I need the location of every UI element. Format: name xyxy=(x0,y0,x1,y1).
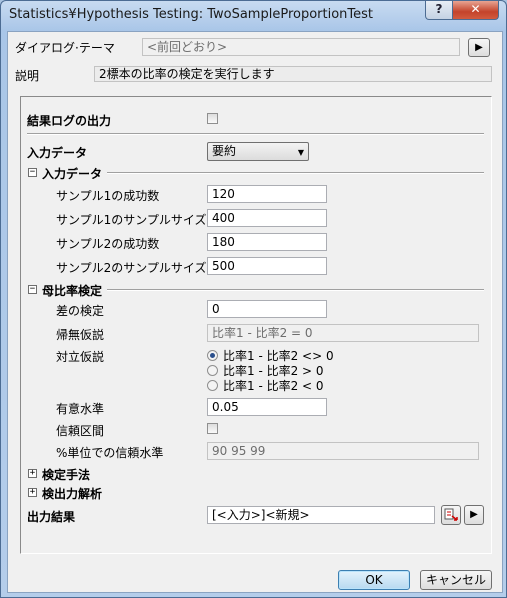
theme-select[interactable]: <前回どおり> xyxy=(142,38,460,56)
description-label: 説明 xyxy=(15,69,40,83)
ci-checkbox[interactable] xyxy=(207,423,218,434)
output-arrow-button[interactable]: ▶ xyxy=(464,505,484,525)
method-label[interactable]: 検定手法 xyxy=(42,466,90,483)
alt-option-label: 比率1 - 比率2 < 0 xyxy=(223,379,324,393)
output-browse-button[interactable] xyxy=(441,505,461,525)
alt-radio-ne[interactable] xyxy=(207,350,218,361)
result-log-label: 結果ログの出力 xyxy=(27,114,112,128)
dialog-body: ダイアログ·テーマ <前回どおり> ▶ 説明 2標本の比率の検定を実行します 結… xyxy=(7,31,503,593)
description-text: 2標本の比率の検定を実行します xyxy=(94,66,492,82)
alt-hypothesis-label: 対立仮説 xyxy=(56,350,105,364)
ok-button[interactable]: OK xyxy=(338,570,410,590)
output-field[interactable]: [<入力>]<新規> xyxy=(207,506,435,524)
output-label: 出力結果 xyxy=(27,510,76,524)
field-label: サンプル1のサンプルサイズ xyxy=(56,213,207,227)
divider xyxy=(107,172,484,174)
field-label: サンプル2の成功数 xyxy=(56,237,160,251)
alt-radio-gt[interactable] xyxy=(207,365,218,376)
options-panel: 結果ログの出力 入力データ 要約 ▼ − 入力データ サンプル1の成功数 120… xyxy=(20,96,492,554)
null-hypothesis-field: 比率1 - 比率2 = 0 xyxy=(207,324,479,342)
input-section-label: 入力データ xyxy=(42,167,103,181)
proportion-test-label: 母比率検定 xyxy=(42,284,103,298)
expand-icon[interactable]: + xyxy=(28,469,37,478)
window-title: Statistics¥Hypothesis Testing: TwoSample… xyxy=(9,7,374,22)
input-data-dropdown[interactable]: 要約 ▼ xyxy=(207,142,309,161)
expand-icon[interactable]: + xyxy=(28,488,37,497)
alt-radio-lt[interactable] xyxy=(207,380,218,391)
dialog-window: Statistics¥Hypothesis Testing: TwoSample… xyxy=(0,0,507,598)
null-hypothesis-label: 帰無仮説 xyxy=(56,328,105,342)
sample1-success-input[interactable]: 120 xyxy=(207,185,327,203)
significance-input[interactable]: 0.05 xyxy=(207,398,327,416)
close-button[interactable]: ✕ xyxy=(452,1,499,20)
diff-input[interactable]: 0 xyxy=(207,300,327,318)
ci-label: 信頼区間 xyxy=(56,424,105,438)
field-label: サンプル1の成功数 xyxy=(56,189,160,203)
power-analysis-label[interactable]: 検出力解析 xyxy=(42,485,102,502)
cancel-button[interactable]: キャンセル xyxy=(420,570,492,590)
chevron-down-icon: ▼ xyxy=(297,148,304,157)
input-data-label: 入力データ xyxy=(27,146,88,160)
result-log-checkbox[interactable] xyxy=(207,113,218,124)
sample1-size-input[interactable]: 400 xyxy=(207,209,327,227)
help-button[interactable]: ? xyxy=(425,1,453,20)
collapse-icon[interactable]: − xyxy=(28,168,37,177)
input-data-value: 要約 xyxy=(212,144,237,158)
divider xyxy=(27,133,484,135)
sample2-size-input[interactable]: 500 xyxy=(207,257,327,275)
field-label: サンプル2のサンプルサイズ xyxy=(56,261,207,275)
collapse-icon[interactable]: − xyxy=(28,285,37,294)
worksheet-icon xyxy=(444,508,458,521)
ci-level-label: %単位での信頼水準 xyxy=(56,446,164,460)
sample2-success-input[interactable]: 180 xyxy=(207,233,327,251)
theme-label: ダイアログ·テーマ xyxy=(15,41,115,55)
divider xyxy=(107,289,484,291)
theme-arrow-button[interactable]: ▶ xyxy=(468,38,490,57)
diff-label: 差の検定 xyxy=(56,304,105,318)
ci-level-field: 90 95 99 xyxy=(207,442,479,460)
significance-label: 有意水準 xyxy=(56,402,105,416)
